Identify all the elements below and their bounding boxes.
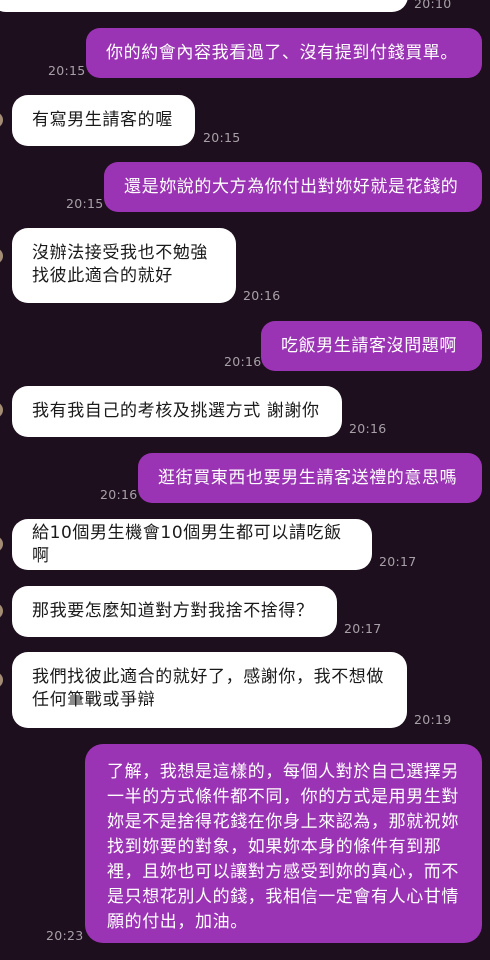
avatar[interactable] [0,672,3,688]
avatar[interactable] [0,536,3,552]
message-bubble-incoming[interactable]: 有寫男生請客的喔 [12,95,195,146]
message-timestamp: 20:10 [414,0,452,11]
message-bubble-incoming[interactable]: 那我要怎麼知道對方對我捨不捨得？ [12,586,337,637]
message-timestamp: 20:16 [243,288,281,303]
message-timestamp: 20:17 [344,621,382,636]
message-timestamp: 20:16 [224,354,262,369]
message-bubble-outgoing[interactable]: 逛街買東西也要男生請客送禮的意思嗎 [138,453,482,503]
message-bubble-incoming[interactable]: 沒辦法接受我也不勉強 找彼此適合的就好 [12,228,236,303]
message-bubble-incoming[interactable] [0,0,408,12]
message-timestamp: 20:15 [203,130,241,145]
message-timestamp: 20:15 [66,196,104,211]
message-timestamp: 20:15 [48,63,86,78]
message-bubble-outgoing[interactable]: 吃飯男生請客沒問題啊 [261,321,482,371]
message-timestamp: 20:17 [379,554,417,569]
avatar[interactable] [0,603,3,619]
avatar[interactable] [0,248,3,264]
chat-thread: 20:10 你的約會內容我看過了、沒有提到付錢買單。 20:15 有寫男生請客的… [0,0,490,960]
message-timestamp: 20:19 [414,712,452,727]
avatar[interactable] [0,112,3,128]
message-bubble-incoming[interactable]: 我們找彼此適合的就好了，感謝你，我不想做 任何筆戰或爭辯 [12,652,407,728]
message-timestamp: 20:16 [100,487,138,502]
message-bubble-outgoing[interactable]: 了解，我想是這樣的，每個人對於自己選擇另 一半的方式條件都不同，你的方式是用男生… [85,744,482,943]
message-bubble-outgoing[interactable]: 你的約會內容我看過了、沒有提到付錢買單。 [86,28,482,78]
avatar[interactable] [0,402,3,418]
message-timestamp: 20:16 [349,421,387,436]
message-timestamp: 20:23 [46,928,84,943]
message-bubble-outgoing[interactable]: 還是妳說的大方為你付出對妳好就是花錢的 [104,162,482,212]
message-bubble-incoming[interactable]: 我有我自己的考核及挑選方式 謝謝你 [12,386,342,437]
message-bubble-incoming[interactable]: 給10個男生機會10個男生都可以請吃飯啊 [12,519,372,570]
